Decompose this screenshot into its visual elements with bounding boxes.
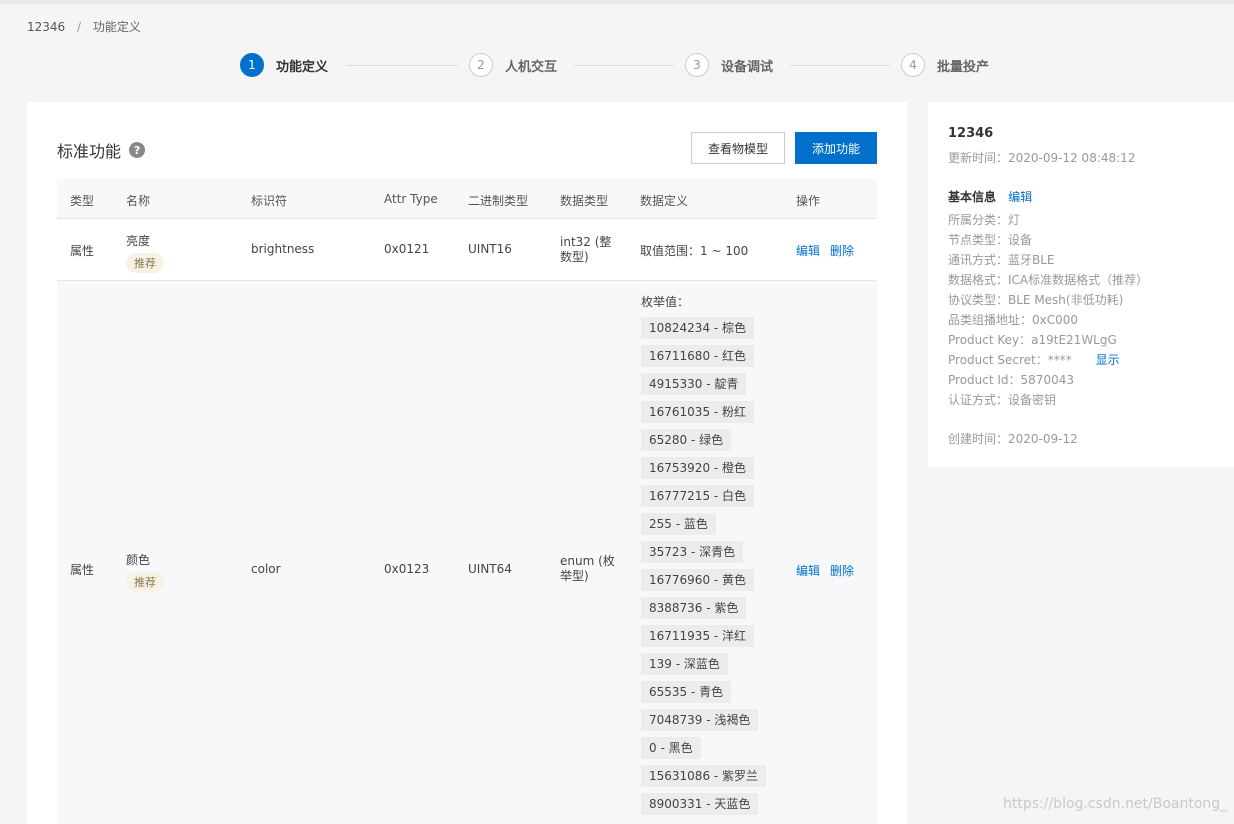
info-category: 所属分类：灯: [948, 213, 1021, 227]
cell-identifier: brightness: [251, 242, 315, 256]
enum-value-chip: 0 - 黑色: [641, 737, 701, 759]
breadcrumb-separator: /: [77, 20, 82, 34]
info-protocol-type: 协议类型：BLE Mesh(非低功耗): [948, 293, 1124, 307]
function-name: 颜色: [126, 553, 151, 567]
cell-binary-type: UINT64: [468, 562, 512, 576]
edit-basic-info-link[interactable]: 编辑: [1008, 190, 1032, 204]
cell-attr-type: 0x0121: [384, 242, 430, 256]
enum-value-chip: 16776960 - 黄色: [641, 569, 755, 591]
header-attr-type: Attr Type: [384, 192, 438, 206]
table-row: 属性 亮度 推荐 brightness 0x0121 UINT16 int32 …: [57, 219, 877, 281]
step-connector: [574, 65, 674, 66]
info-product-id: Product Id：5870043: [948, 373, 1074, 387]
step-human-interaction[interactable]: 2 人机交互: [469, 53, 557, 77]
cell-data-definition: 取值范围：1 ~ 100: [640, 244, 749, 258]
enum-value-chip: 16711935 - 洋红: [641, 625, 755, 647]
cell-type: 属性: [70, 244, 95, 258]
step-connector: [790, 65, 890, 66]
enum-value-chip: 15631086 - 紫罗兰: [641, 765, 767, 787]
enum-values-title: 枚举值：: [641, 295, 690, 309]
add-function-button[interactable]: 添加功能: [795, 132, 877, 164]
enum-values-list: 10824234 - 棕色 16711680 - 红色 4915330 - 靛青 16…: [641, 317, 767, 821]
info-node-type: 节点类型：设备: [948, 233, 1033, 247]
breadcrumb-root[interactable]: 12346: [27, 20, 65, 34]
edit-link[interactable]: 编辑: [796, 242, 820, 259]
info-multicast-address: 品类组播地址：0xC000: [948, 313, 1079, 327]
step-number: 2: [469, 53, 493, 77]
cell-attr-type: 0x0123: [384, 562, 430, 576]
info-product-secret: Product Secret：**** 显示: [948, 351, 1120, 368]
enum-value-chip: 65280 - 绿色: [641, 429, 732, 451]
cell-identifier: color: [251, 562, 281, 576]
updated-time: 更新时间：2020-09-12 08:48:12: [948, 151, 1136, 165]
table-row: 属性 颜色 推荐 color 0x0123 UINT64 enum (枚举型) …: [57, 281, 877, 824]
recommended-badge: 推荐: [126, 572, 164, 592]
enum-value-chip: 7048739 - 浅褐色: [641, 709, 759, 731]
enum-value-chip: 10824234 - 棕色: [641, 317, 755, 339]
breadcrumb: 12346 / 功能定义: [27, 18, 141, 35]
top-border: [0, 0, 1234, 4]
delete-link[interactable]: 删除: [830, 242, 854, 259]
enum-value-chip: 16711680 - 红色: [641, 345, 755, 367]
step-label: 人机交互: [505, 59, 558, 75]
cell-data-type: int32 (整数型): [560, 235, 612, 264]
breadcrumb-current: 功能定义: [92, 20, 141, 34]
header-identifier: 标识符: [251, 194, 288, 208]
header-name: 名称: [126, 194, 151, 208]
info-auth-method: 认证方式：设备密钥: [948, 393, 1057, 407]
standard-functions-card: 标准功能 ? 查看物模型 添加功能 类型 名称 标识符 Attr Type 二进…: [27, 102, 907, 824]
section-title: 标准功能 ?: [57, 138, 146, 162]
step-device-debug[interactable]: 3 设备调试: [685, 53, 773, 77]
function-name: 亮度: [126, 234, 151, 248]
product-secret-value: Product Secret：****: [948, 353, 1072, 367]
basic-info-header: 基本信息 编辑: [948, 188, 1032, 205]
product-name: 12346: [948, 126, 994, 141]
cell-data-type: enum (枚举型): [560, 554, 615, 583]
header-type: 类型: [70, 194, 95, 208]
header-data-definition: 数据定义: [640, 194, 689, 208]
header-actions: 操作: [796, 194, 821, 208]
enum-value-chip: 16753920 - 橙色: [641, 457, 755, 479]
progress-steps: 1 功能定义 2 人机交互 3 设备调试 4 批量投产: [240, 53, 1000, 77]
watermark: https://blog.csdn.net/Boantong_: [1003, 796, 1228, 812]
enum-value-chip: 8388736 - 紫色: [641, 597, 747, 619]
section-title-text: 标准功能: [57, 142, 122, 161]
step-label: 批量投产: [937, 59, 990, 75]
enum-value-chip: 8900331 - 天蓝色: [641, 793, 759, 815]
header-binary-type: 二进制类型: [468, 194, 529, 208]
step-connector: [346, 65, 458, 66]
info-data-format: 数据格式：ICA标准数据格式（推荐）: [948, 273, 1149, 287]
enum-value-chip: 35723 - 深青色: [641, 541, 744, 563]
enum-value-chip: 255 - 蓝色: [641, 513, 716, 535]
step-function-definition[interactable]: 1 功能定义: [240, 53, 328, 77]
header-data-type: 数据类型: [560, 194, 609, 208]
info-product-key: Product Key：a19tE21WLgG: [948, 333, 1117, 347]
basic-info-title: 基本信息: [948, 190, 997, 204]
edit-link[interactable]: 编辑: [796, 562, 820, 579]
show-secret-link[interactable]: 显示: [1096, 353, 1120, 367]
step-number: 4: [901, 53, 925, 77]
recommended-badge: 推荐: [126, 253, 164, 273]
step-mass-production[interactable]: 4 批量投产: [901, 53, 989, 77]
product-info-panel: 12346 更新时间：2020-09-12 08:48:12 基本信息 编辑 所…: [928, 102, 1234, 467]
created-time: 创建时间：2020-09-12: [948, 432, 1078, 446]
enum-value-chip: 16761035 - 粉红: [641, 401, 755, 423]
delete-link[interactable]: 删除: [830, 562, 854, 579]
step-label: 设备调试: [721, 59, 774, 75]
info-comm-method: 通讯方式：蓝牙BLE: [948, 253, 1055, 267]
step-number: 3: [685, 53, 709, 77]
step-number: 1: [240, 53, 264, 77]
table-header: 类型 名称 标识符 Attr Type 二进制类型 数据类型 数据定义 操作: [57, 179, 877, 219]
help-icon[interactable]: ?: [129, 142, 146, 158]
cell-name: 颜色 推荐: [126, 551, 164, 592]
view-model-button[interactable]: 查看物模型: [691, 132, 785, 164]
enum-value-chip: 16777215 - 白色: [641, 485, 755, 507]
enum-value-chip: 4915330 - 靛青: [641, 373, 747, 395]
cell-binary-type: UINT16: [468, 242, 512, 256]
enum-value-chip: 139 - 深蓝色: [641, 653, 728, 675]
cell-type: 属性: [70, 563, 95, 577]
enum-value-chip: 65535 - 青色: [641, 681, 732, 703]
step-label: 功能定义: [276, 59, 329, 75]
cell-name: 亮度 推荐: [126, 232, 164, 273]
